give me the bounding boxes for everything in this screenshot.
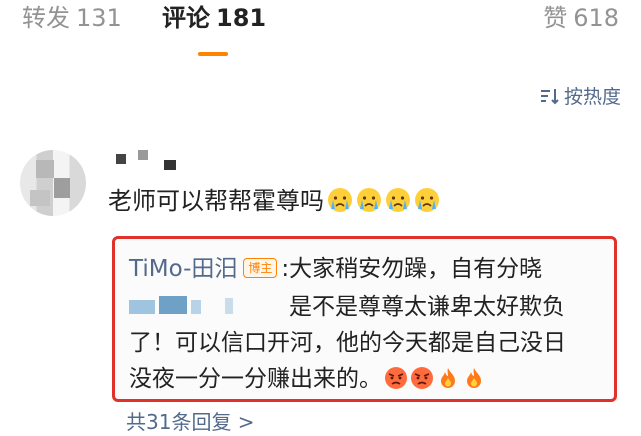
active-tab-indicator (198, 52, 228, 56)
tab-comments-count: 181 (216, 4, 267, 32)
reply-text-4: 没夜一分一分赚出来的。 (129, 366, 382, 392)
crying-emoji-icon (357, 188, 381, 212)
fire-emoji-icon (441, 368, 455, 388)
tab-comments[interactable]: 评论 181 (162, 4, 266, 32)
reply-line-3: 了！可以信口开河，他的今天都是自己没日 (129, 329, 566, 357)
reply-text-1: :大家稍安勿躁，自有分晓 (281, 256, 543, 282)
reply-line-2: 是不是尊尊太谦卑太好欺负 (129, 293, 565, 321)
weibo-comment-page: 转发 131 评论 181 赞 618 按热度 老师可以帮帮霍尊吗 TiMo-田汨 博主… (0, 0, 641, 436)
avatar[interactable] (20, 150, 86, 216)
tab-repost[interactable]: 转发 131 (22, 4, 122, 32)
angry-emoji-icon (411, 367, 433, 389)
tab-repost-count: 131 (76, 4, 122, 32)
view-all-replies-link[interactable]: 共31条回复 > (126, 410, 255, 434)
sort-label: 按热度 (563, 86, 621, 108)
tab-likes-count: 618 (573, 4, 619, 32)
fire-emoji-icon (467, 368, 481, 388)
tab-likes[interactable]: 赞 618 (543, 4, 619, 32)
reply-line-1: TiMo-田汨 博主:大家稍安勿躁，自有分晓 (129, 255, 542, 283)
highlighted-reply-box[interactable]: TiMo-田汨 博主:大家稍安勿躁，自有分晓 是不是尊尊太谦卑太好欺负 了！可以信… (112, 236, 617, 402)
mentioned-user-pixelated[interactable] (129, 296, 289, 316)
author-badge: 博主 (243, 258, 278, 278)
reply-author-link[interactable]: TiMo-田汨 (129, 256, 237, 282)
comment-body: 老师可以帮帮霍尊吗 (108, 186, 440, 216)
tab-likes-label: 赞 (543, 4, 568, 32)
comment-text: 老师可以帮帮霍尊吗 (108, 187, 324, 215)
angry-emoji-icon (385, 367, 407, 389)
sort-icon (540, 89, 559, 105)
reply-text-3: 了！可以信口开河，他的今天都是自己没日 (129, 330, 566, 356)
tab-comments-label: 评论 (162, 4, 210, 32)
reply-line-4: 没夜一分一分赚出来的。 (129, 365, 486, 393)
tab-repost-label: 转发 (22, 4, 70, 32)
crying-emoji-icon (415, 188, 439, 212)
sort-by-hot-button[interactable]: 按热度 (540, 86, 621, 108)
reply-text-2: 是不是尊尊太谦卑太好欺负 (289, 294, 565, 320)
commenter-name-pixelated[interactable] (116, 150, 186, 170)
crying-emoji-icon (386, 188, 410, 212)
tab-bar: 转发 131 评论 181 赞 618 (0, 0, 641, 56)
crying-emoji-icon (328, 188, 352, 212)
